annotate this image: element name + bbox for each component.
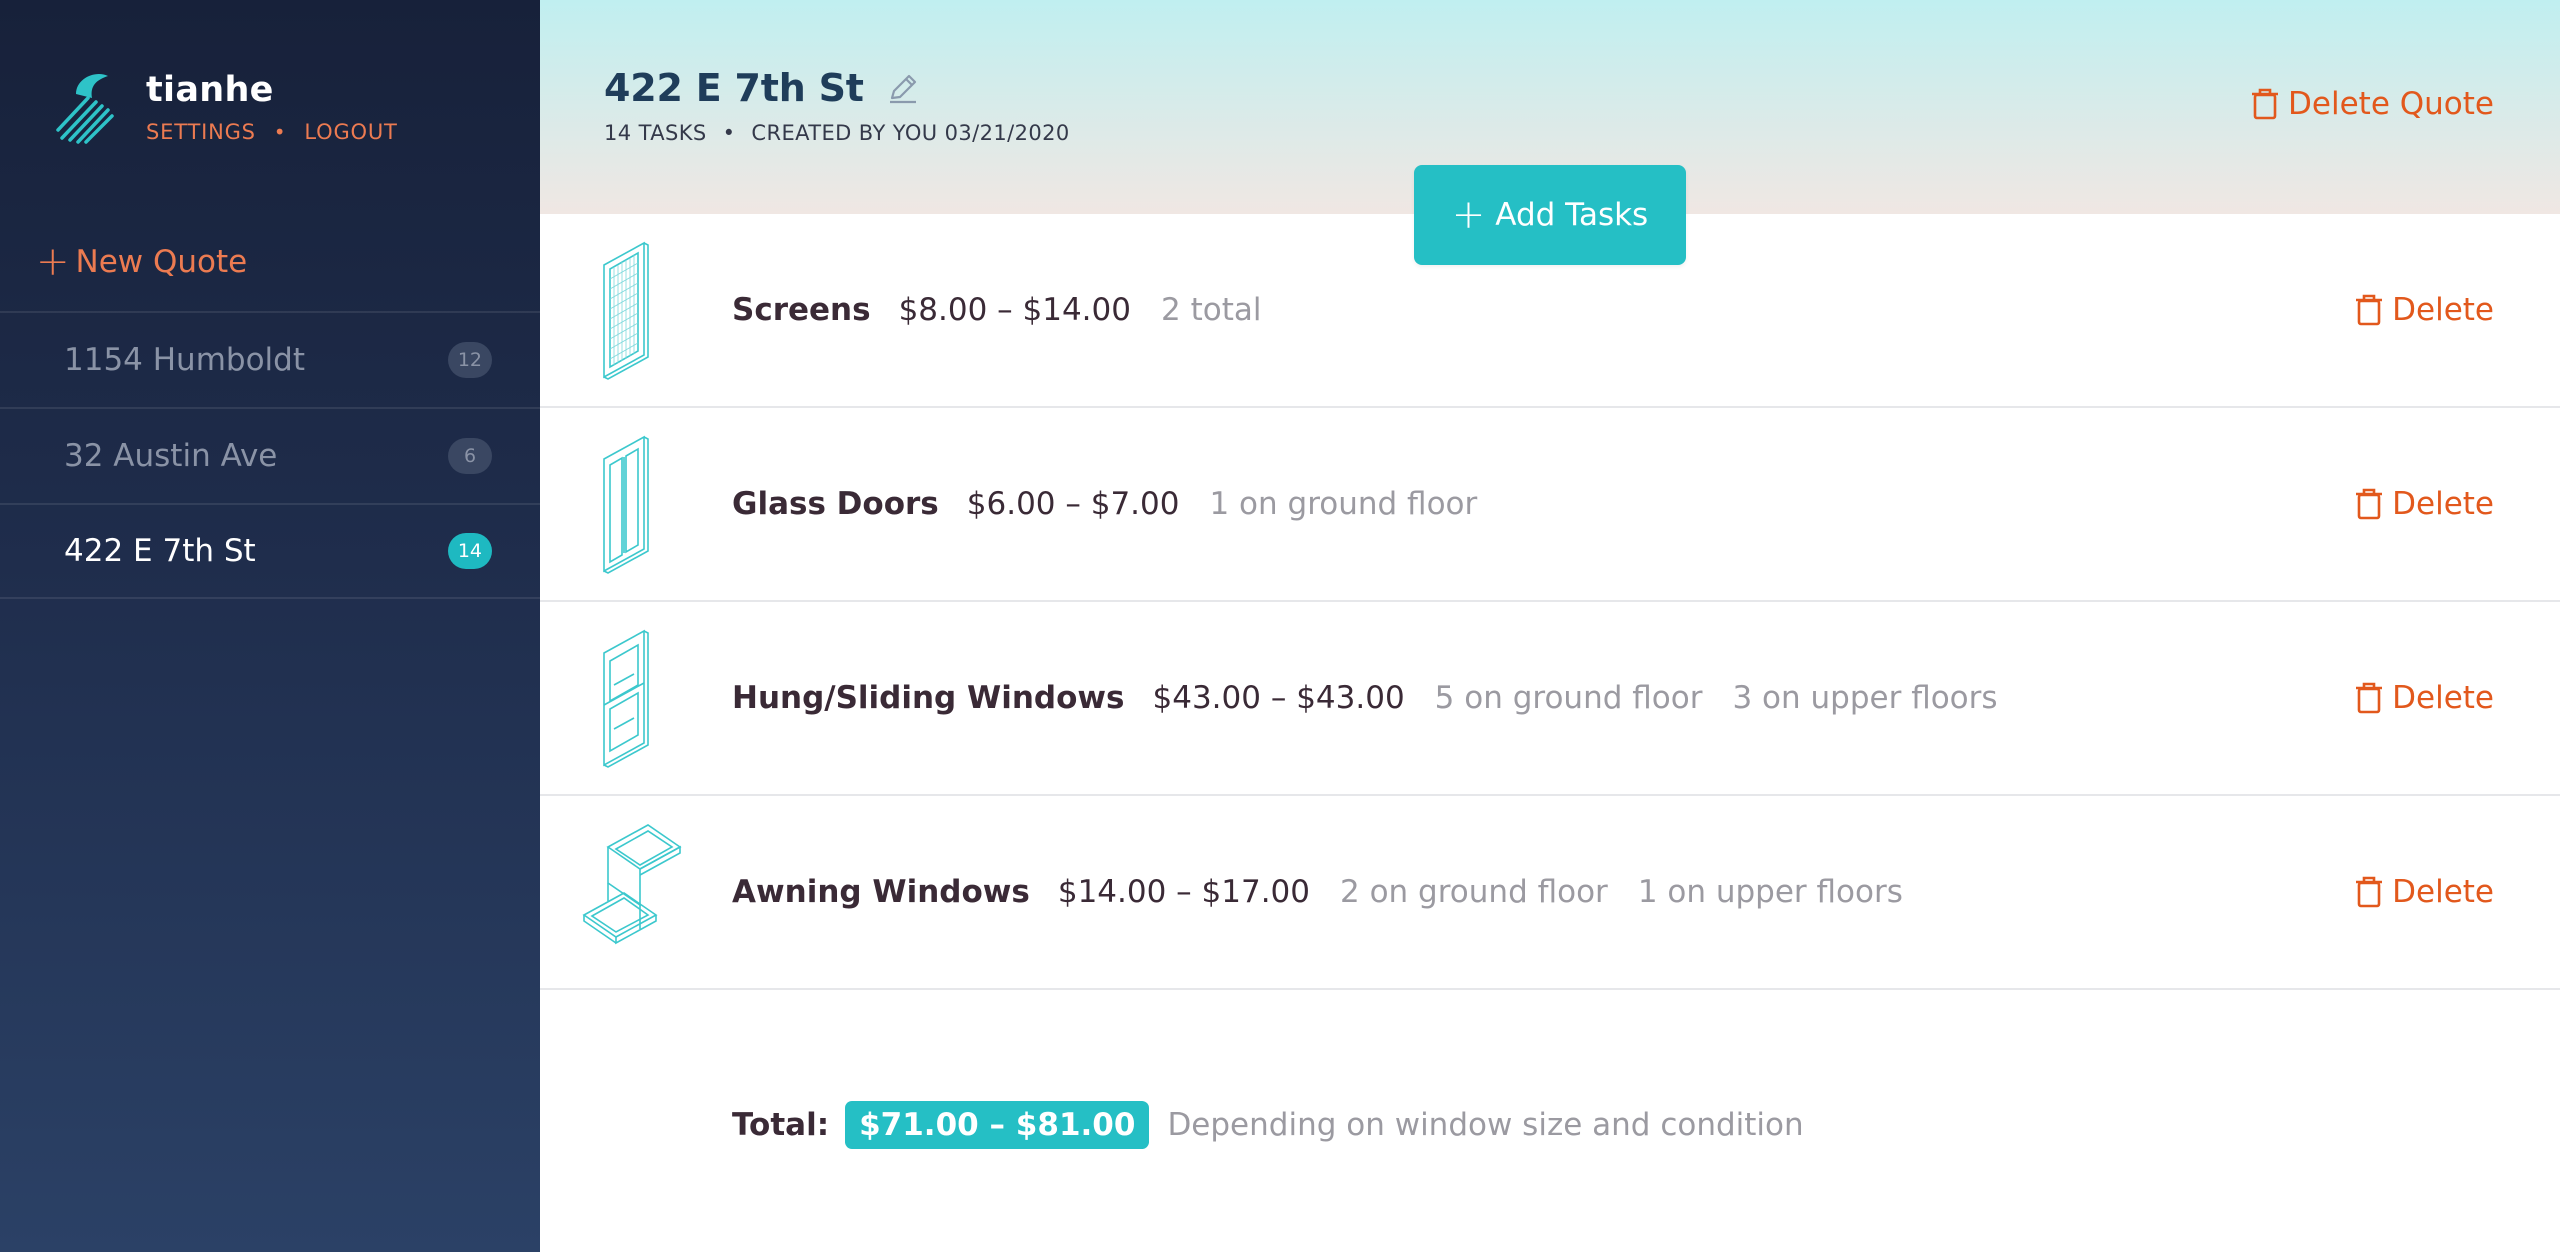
quote-meta: 14 TASKS • CREATED BY YOU 03/21/2020 [604,121,1070,145]
delete-task-button[interactable]: Delete [2356,486,2494,522]
task-detail: 1 on upper floors [1637,874,1903,910]
app-root: tianhe SETTINGS • LOGOUT + New Quote 115… [0,0,2560,1252]
add-tasks-label: Add Tasks [1495,197,1649,233]
new-quote-label: New Quote [75,244,248,280]
trash-icon [2356,876,2383,908]
trash-icon [2356,682,2383,714]
task-price: $8.00 – $14.00 [898,292,1131,328]
quote-list: 1154 Humboldt 12 32 Austin Ave 6 422 E 7… [0,311,540,599]
task-detail: 1 on ground floor [1209,486,1478,522]
app-logo-icon [56,74,114,144]
task-row: Hung/Sliding Windows $43.00 – $43.00 5 o… [540,602,2560,796]
delete-task-button[interactable]: Delete [2356,292,2494,328]
new-quote-button[interactable]: + New Quote [36,242,247,282]
total-price-badge: $71.00 – $81.00 [845,1101,1150,1149]
total-note: Depending on window size and condition [1167,1107,1804,1143]
delete-quote-button[interactable]: Delete Quote [2252,86,2494,122]
created-text: CREATED BY YOU 03/21/2020 [751,121,1070,145]
add-tasks-button[interactable]: + Add Tasks [1414,165,1686,265]
task-name: Glass Doors [732,486,939,522]
awning-window-icon [582,824,682,945]
quote-task-count-badge: 14 [447,533,492,569]
task-detail: 2 total [1161,292,1262,328]
task-name: Hung/Sliding Windows [732,680,1125,716]
quote-item-active[interactable]: 422 E 7th St 14 [0,503,540,599]
settings-link[interactable]: SETTINGS [146,120,256,144]
sidebar: tianhe SETTINGS • LOGOUT + New Quote 115… [0,0,540,1252]
trash-icon [2252,88,2279,120]
task-detail: 3 on upper floors [1732,680,1998,716]
delete-label: Delete [2392,486,2494,522]
plus-icon: + [36,239,70,285]
plus-icon: + [1451,192,1486,238]
delete-label: Delete [2392,874,2494,910]
quote-name: 1154 Humboldt [64,342,305,378]
task-name: Awning Windows [732,874,1030,910]
task-count-text: 14 TASKS [604,121,707,145]
delete-label: Delete [2392,292,2494,328]
main-content: 422 E 7th St 14 TASKS • CREATED BY YOU 0… [540,0,2560,1252]
quote-item[interactable]: 1154 Humboldt 12 [0,311,540,407]
trash-icon [2356,294,2383,326]
task-list: Screens $8.00 – $14.00 2 total Delete Gl… [540,214,2560,990]
delete-task-button[interactable]: Delete [2356,874,2494,910]
screen-icon [603,241,649,380]
task-row: Awning Windows $14.00 – $17.00 2 on grou… [540,796,2560,990]
meta-separator: • [722,121,736,145]
pencil-edit-icon[interactable] [886,71,920,105]
quote-name: 422 E 7th St [64,533,256,569]
task-name: Screens [732,292,871,328]
logout-link[interactable]: LOGOUT [304,120,397,144]
trash-icon [2356,488,2383,520]
quote-task-count-badge: 6 [448,438,492,474]
task-price: $6.00 – $7.00 [966,486,1180,522]
page-title: 422 E 7th St [604,66,864,110]
task-detail: 2 on ground floor [1340,874,1608,910]
task-row: Glass Doors $6.00 – $7.00 1 on ground fl… [540,408,2560,602]
quote-task-count-badge: 12 [447,342,492,378]
task-price: $14.00 – $17.00 [1057,874,1311,910]
quote-name: 32 Austin Ave [64,438,278,474]
task-price: $43.00 – $43.00 [1152,680,1405,716]
hung-window-icon [603,629,649,768]
task-detail: 5 on ground floor [1434,680,1703,716]
delete-quote-label: Delete Quote [2288,86,2494,122]
delete-label: Delete [2392,680,2494,716]
quote-item[interactable]: 32 Austin Ave 6 [0,407,540,503]
total-label: Total: [732,1107,830,1143]
glass-door-icon [603,435,649,574]
total-row: Total: $71.00 – $81.00 Depending on wind… [732,1101,1804,1149]
link-separator: • [273,120,287,144]
username: tianhe [146,70,274,110]
delete-task-button[interactable]: Delete [2356,680,2494,716]
brand: tianhe SETTINGS • LOGOUT [56,68,398,144]
